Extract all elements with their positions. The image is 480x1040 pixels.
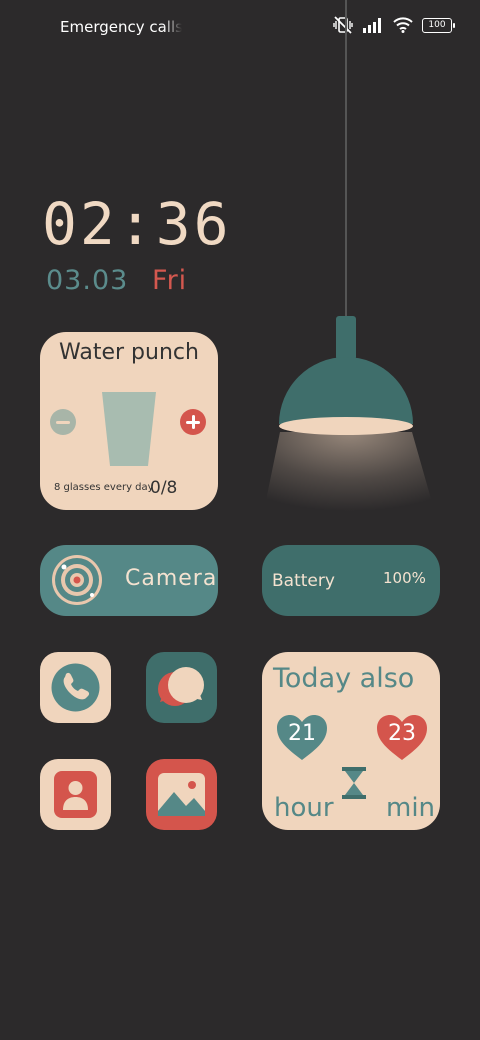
today-widget[interactable]: Today also 21 23 hour min xyxy=(262,652,440,830)
chat-bubbles-icon xyxy=(158,667,204,706)
phone-app[interactable] xyxy=(40,652,111,723)
hours-heart: 21 xyxy=(276,714,328,762)
hourglass-icon xyxy=(342,767,366,799)
min-label: min xyxy=(386,793,436,823)
water-goal-label: 8 glasses every day xyxy=(54,482,154,493)
picture-icon xyxy=(158,773,205,816)
clock-day: Fri xyxy=(152,265,188,296)
camera-widget[interactable]: Camera xyxy=(40,545,218,616)
battery-label: Battery xyxy=(272,571,335,591)
camera-label: Camera xyxy=(125,566,218,591)
camera-lens-icon xyxy=(52,555,102,605)
hours-value: 21 xyxy=(288,721,316,746)
battery-value: 100% xyxy=(383,569,426,587)
gallery-app[interactable] xyxy=(146,759,217,830)
water-punch-widget[interactable]: Water punch 8 glasses every day 0/8 xyxy=(40,332,218,510)
minus-icon[interactable] xyxy=(50,409,76,435)
messages-app[interactable] xyxy=(146,652,217,723)
lamp-decoration xyxy=(262,0,437,520)
glass-icon xyxy=(102,392,156,466)
water-count: 0/8 xyxy=(150,478,178,498)
contact-icon xyxy=(54,771,97,818)
battery-widget[interactable]: Battery 100% xyxy=(262,545,440,616)
clock-date: 03.03 xyxy=(46,265,129,296)
minutes-value: 23 xyxy=(388,721,416,746)
today-title: Today also xyxy=(273,663,415,694)
clock-time[interactable]: 02:36 xyxy=(42,190,232,258)
minutes-heart: 23 xyxy=(376,714,428,762)
contacts-app[interactable] xyxy=(40,759,111,830)
plus-icon[interactable] xyxy=(180,409,206,435)
phone-icon xyxy=(51,663,100,712)
hour-label: hour xyxy=(274,793,334,823)
water-title: Water punch xyxy=(59,340,199,365)
carrier-text: Emergency calls only xyxy=(60,18,182,36)
